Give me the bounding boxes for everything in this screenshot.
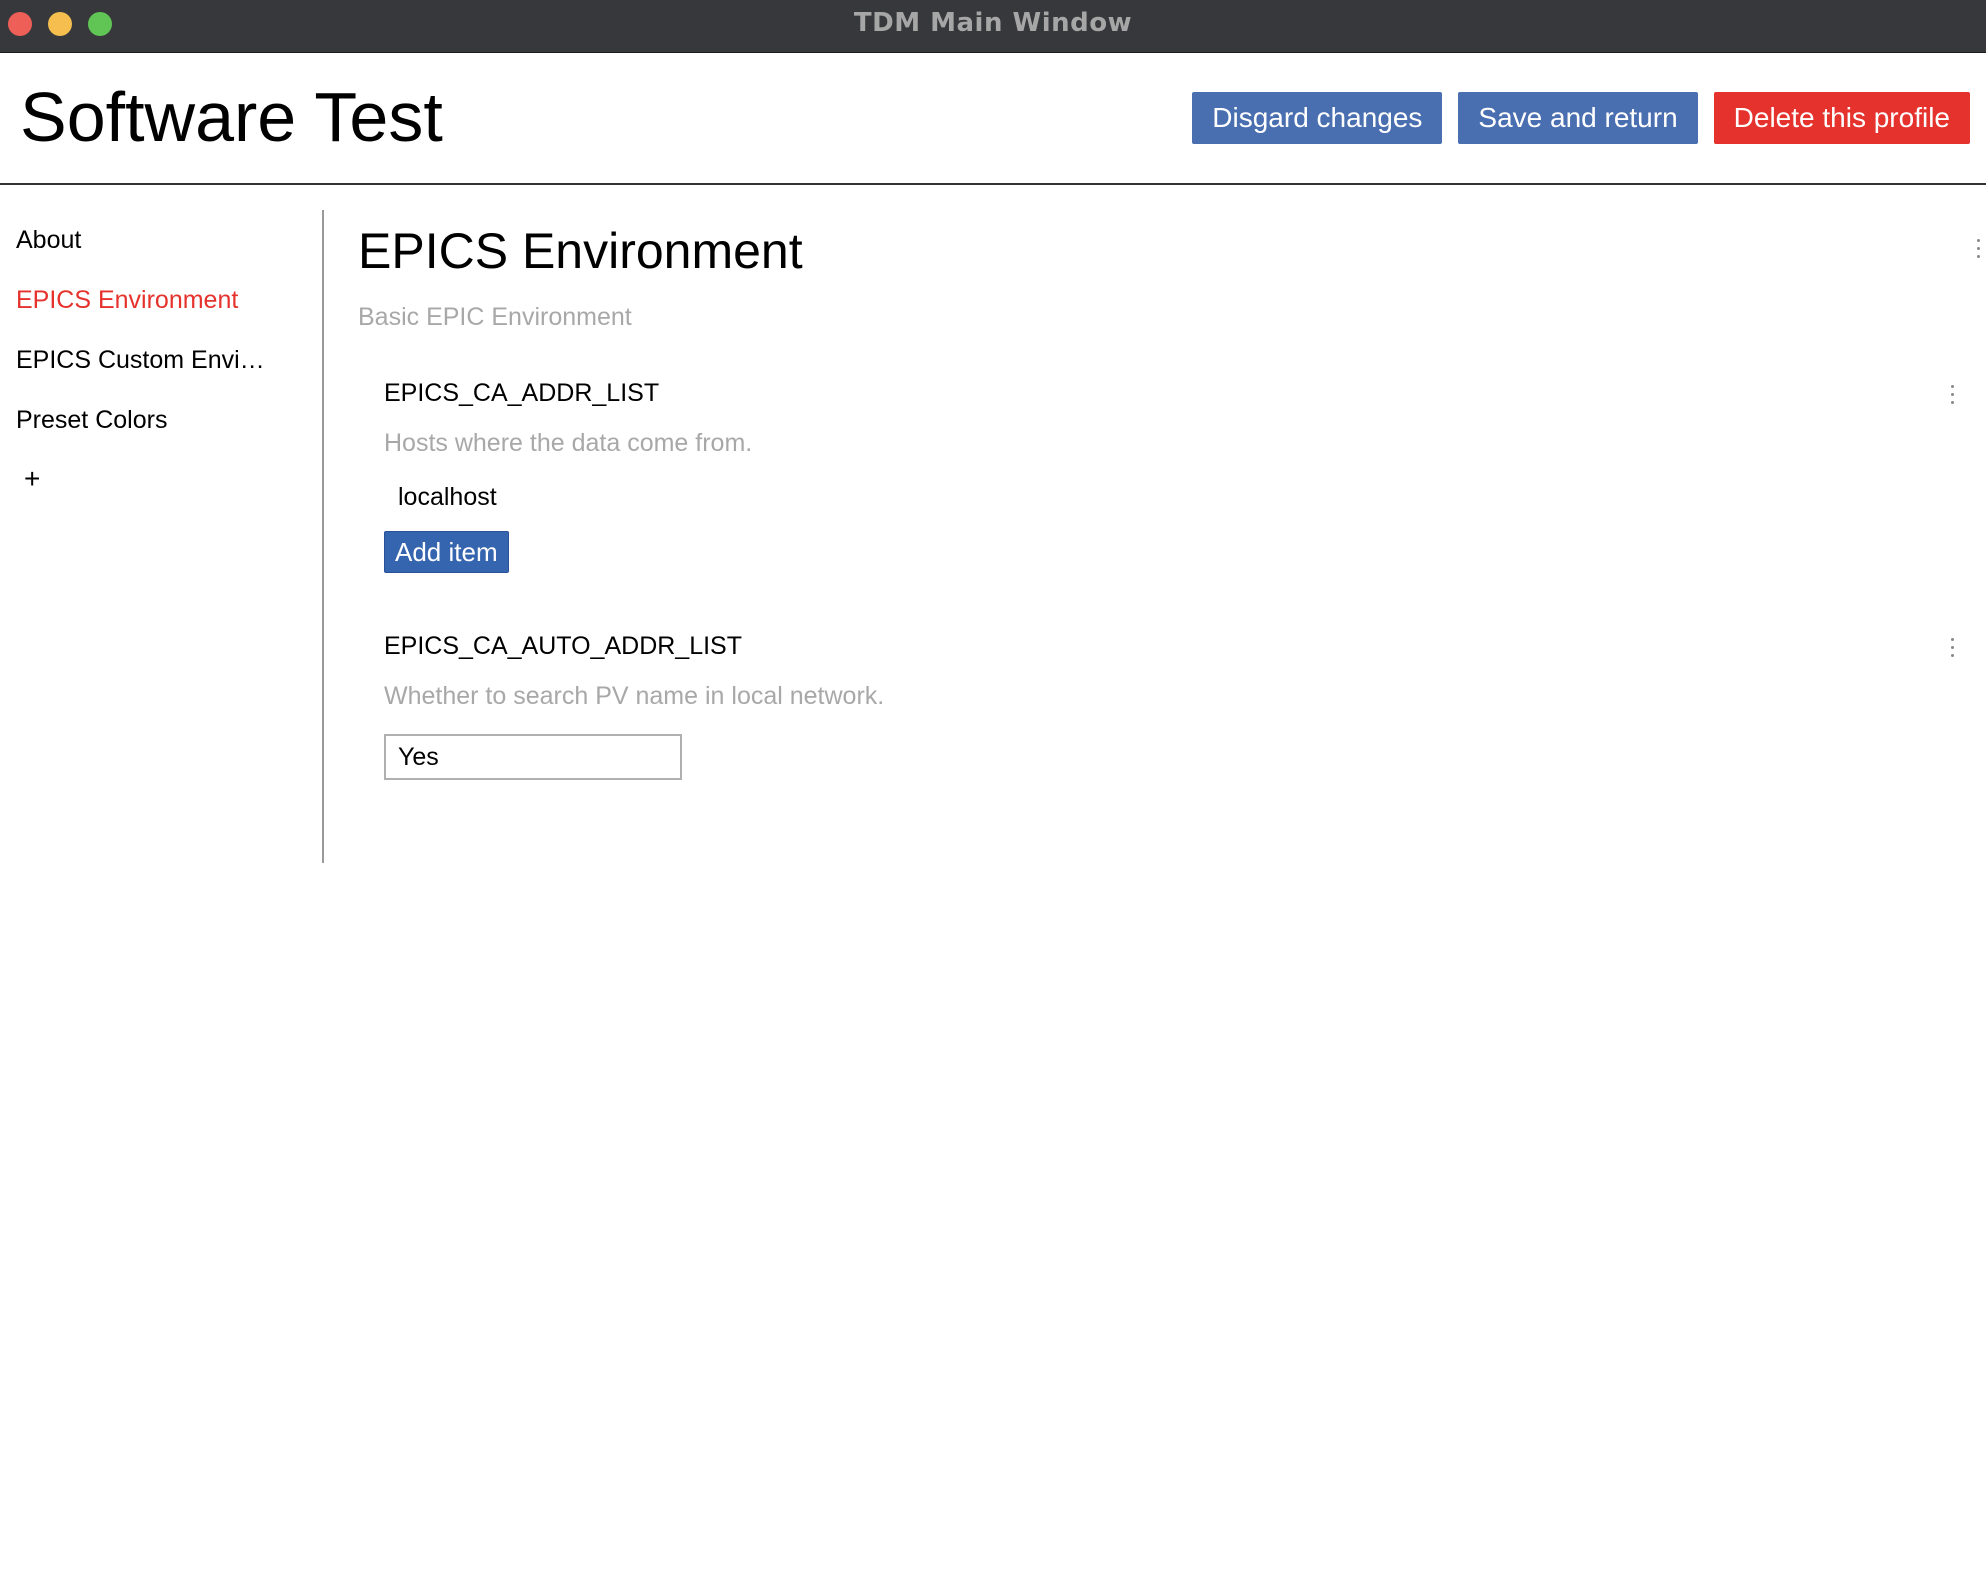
section-description: Basic EPIC Environment [358,303,632,331]
save-and-return-button[interactable]: Save and return [1458,92,1698,144]
field-more-icon[interactable] [1947,638,1957,662]
list-item[interactable]: localhost [398,481,497,513]
profile-title: Software Test [20,78,443,156]
sidebar-item-preset-colors[interactable]: Preset Colors [16,405,276,435]
add-category-button[interactable]: + [24,464,40,494]
field-name-ca-addr-list: EPICS_CA_ADDR_LIST [384,379,660,407]
delete-profile-button[interactable]: Delete this profile [1713,92,1970,144]
main-content: EPICS Environment Basic EPIC Environment… [324,183,1986,883]
discard-changes-button[interactable]: Disgard changes [1192,92,1443,144]
sidebar-item-epics-environment[interactable]: EPICS Environment [16,285,276,315]
field-more-icon[interactable] [1947,385,1957,409]
header-actions: Disgard changes Save and return Delete t… [1192,92,1970,144]
field-description: Whether to search PV name in local netwo… [384,682,885,710]
sidebar: About EPICS Environment EPICS Custom Env… [0,210,324,863]
sidebar-item-about[interactable]: About [16,225,276,255]
profile-header: Software Test Disgard changes Save and r… [0,53,1986,185]
app-window: TDM Main Window Software Test Disgard ch… [0,0,1986,1594]
field-name-ca-auto-addr-list: EPICS_CA_AUTO_ADDR_LIST [384,632,742,660]
add-item-button[interactable]: Add item [384,531,509,573]
section-title: EPICS Environment [358,223,803,279]
window-title: TDM Main Window [853,8,1133,38]
auto-addr-list-select[interactable]: Yes [384,734,682,780]
section-more-icon[interactable] [1973,239,1983,263]
title-bar: TDM Main Window [0,0,1986,53]
sidebar-item-epics-custom-environment[interactable]: EPICS Custom Envi… [16,345,276,375]
field-description: Hosts where the data come from. [384,429,753,457]
